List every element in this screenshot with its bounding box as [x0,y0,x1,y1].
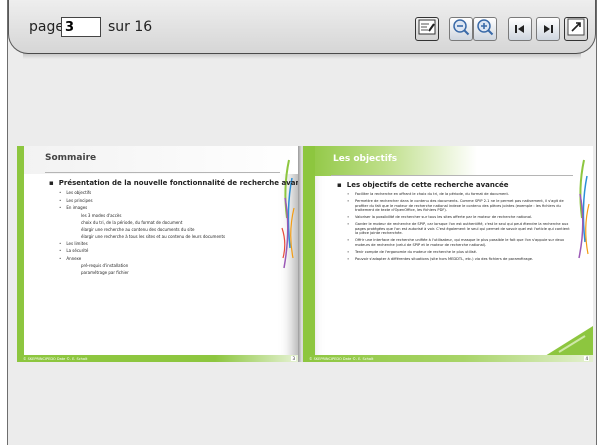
zoom-out-icon [452,18,470,40]
first-page-button[interactable] [508,17,532,41]
page-number: 4 [584,356,589,361]
decorative-swooshes [281,159,295,269]
slide-footer: © SKEPRINCIPEDO Date ©. E. Schalt 3 [17,355,300,362]
right-page[interactable]: Les objectifs Les objectifs de cette rec… [303,146,593,362]
slide-footer: © SKEPRINCIPEDO Date ©. E. Schalt 4 [303,355,593,362]
last-page-icon [541,20,555,39]
title-divider [331,175,573,176]
footer-text: © SKEPRINCIPEDO Date ©. E. Schalt [309,357,374,361]
last-page-button[interactable] [536,17,560,41]
slide-body: Les objectifs de cette recherche avancée… [337,181,571,265]
decorative-swooshes [578,159,590,259]
zoom-in-icon [476,18,494,40]
toc-item: Les objectifs [59,190,270,195]
toc-subitem: choix du tri, de la période, du format d… [81,219,183,225]
toc-subitem: paramétrage par fichier [81,270,129,275]
page-number: 3 [291,356,296,361]
fullscreen-button[interactable] [564,17,588,41]
toc-item: En images [59,205,270,210]
zoom-out-button[interactable] [449,17,473,41]
objective-item: Garder le moteur de recherche de SPIP, c… [347,222,571,235]
left-page[interactable]: Sommaire Présentation de la nouvelle fon… [17,146,300,362]
toc-item: Les limites [59,241,270,246]
objective-item: Faciliter la recherche en offrant le cho… [347,192,571,197]
toc-item: Annexe [59,256,270,261]
page-curl-decoration [545,326,593,356]
slide-title: Sommaire [45,153,97,163]
toolbar: page sur 16 [8,0,596,59]
slide-green-stripe [303,146,315,358]
page-spread: Sommaire Présentation de la nouvelle fon… [17,146,598,362]
slide-title: Les objectifs [333,154,398,164]
toc-subitem: les 3 modes d'accès [81,212,122,218]
annotate-icon [418,19,436,39]
annotate-button[interactable] [415,17,439,41]
page-label: page [29,19,64,35]
objective-item: Pouvoir s'adapter à différentes situatio… [347,257,571,262]
footer-text: © SKEPRINCIPEDO Date ©. E. Schalt [23,357,88,361]
objective-item: Valoriser la possibilité de rechercher s… [347,215,571,220]
objective-item: Permettre de rechercher dans le contenu … [347,199,571,212]
document-viewer: page sur 16 [7,0,597,445]
toc-subitem: élargir une recherche à tous les sites e… [81,233,226,239]
objective-item: Tenir compte de l'ergonomie du moteur de… [347,250,571,255]
fullscreen-icon [567,18,585,40]
objectives-heading: Les objectifs de cette recherche avancée [337,181,571,189]
total-pages-label: sur 16 [108,19,153,35]
title-divider [45,172,280,173]
objective-item: Offrir une interface de recherche unifié… [347,238,571,247]
page-number-input[interactable] [61,17,101,37]
first-page-icon [513,20,527,39]
toc-heading: Présentation de la nouvelle fonctionnali… [49,179,300,187]
slide-green-stripe [17,146,24,358]
toc-subitem: élargir une recherche au contenu des doc… [81,226,195,232]
toc-item: Les principes [59,198,270,203]
slide-body: Présentation de la nouvelle fonctionnali… [49,179,300,277]
toc-item: La sécurité [59,248,270,253]
toc-subitem: pré-requis d'installation [81,263,129,268]
zoom-in-button[interactable] [473,17,497,41]
